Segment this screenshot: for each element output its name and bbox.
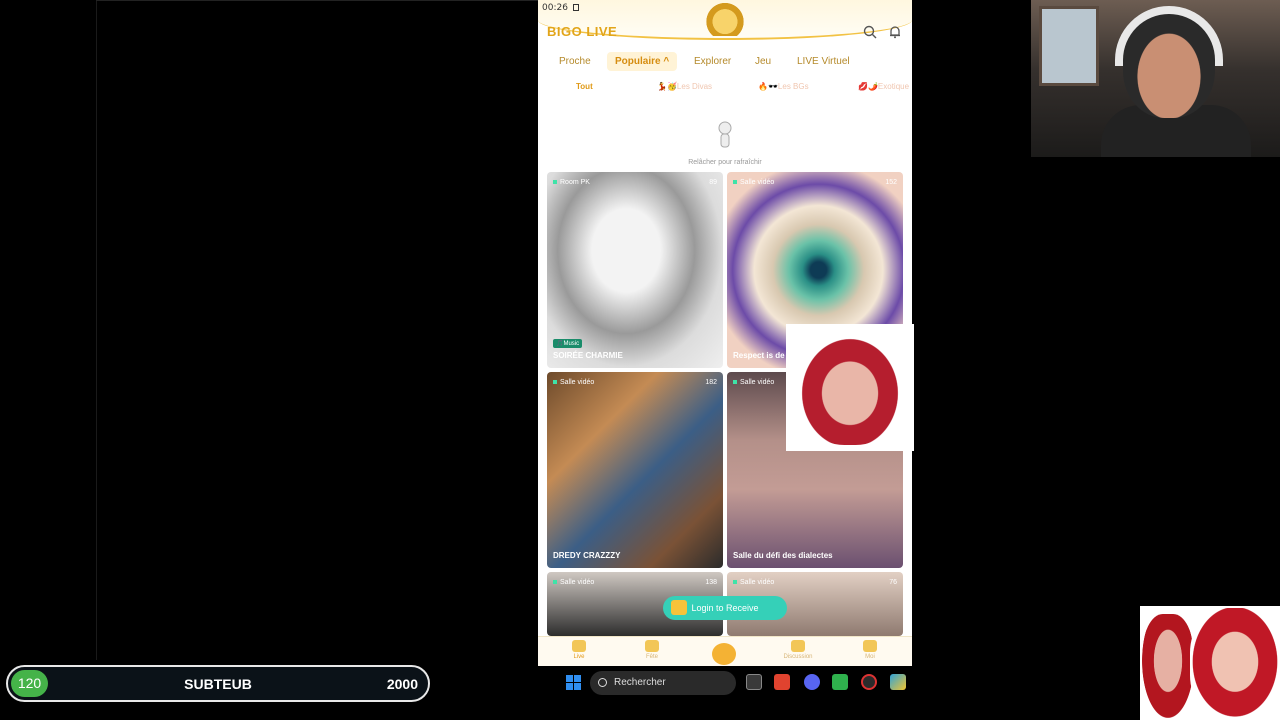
discord-icon[interactable] xyxy=(804,674,820,690)
goal-title: SUBTEUB xyxy=(184,676,252,692)
overlay-video xyxy=(786,324,914,451)
person-face xyxy=(1190,608,1280,720)
chat-icon xyxy=(791,640,805,652)
party-icon xyxy=(645,640,659,652)
lock-icon xyxy=(572,4,579,11)
search-icon[interactable] xyxy=(863,25,877,39)
divider-line xyxy=(96,0,538,1)
bluestacks-icon[interactable] xyxy=(890,674,906,690)
room-name: SOIRÉE CHARMIE xyxy=(553,351,623,360)
windows-taskbar: Rechercher xyxy=(560,668,920,698)
stream-canvas: 00:26 BIGO LIVE Proche Populaire ^ Explo… xyxy=(0,0,1280,720)
obs-icon[interactable] xyxy=(861,674,877,690)
taskbar-search[interactable]: Rechercher xyxy=(590,671,736,695)
viewer-count: 76 xyxy=(889,579,897,586)
room-type-tag: Salle vidéo xyxy=(733,379,774,386)
refresh-label: Relâcher pour rafraîchir xyxy=(688,159,762,166)
live-room-card[interactable]: Salle vidéo 182 DREDY CRAZZZY xyxy=(547,372,723,568)
login-to-receive-button[interactable]: Login to Receive xyxy=(663,596,787,620)
app-icon[interactable] xyxy=(832,674,848,690)
window-background xyxy=(1039,6,1099,86)
room-type-tag: Salle vidéo xyxy=(553,379,594,386)
room-type-tag: Salle vidéo xyxy=(733,179,774,186)
person-face xyxy=(794,330,906,445)
guest-webcam xyxy=(1140,606,1280,720)
go-live-icon[interactable] xyxy=(712,643,736,665)
music-badge: 🎵Music xyxy=(553,339,583,348)
sub-goal-bar: 120 SUBTEUB 2000 xyxy=(6,665,430,702)
subtab-divas[interactable]: 💃🥳Les Divas xyxy=(657,82,712,91)
tab-jeu[interactable]: Jeu xyxy=(747,52,779,71)
status-bar: 00:26 xyxy=(542,3,579,13)
divider-line xyxy=(96,0,97,660)
live-icon xyxy=(572,640,586,652)
tab-explorer[interactable]: Explorer xyxy=(686,52,739,71)
viewer-count: 89 xyxy=(709,179,717,186)
bell-icon[interactable] xyxy=(888,25,902,39)
viewer-count: 138 xyxy=(705,579,717,586)
brave-browser-icon[interactable] xyxy=(774,674,790,690)
viewer-count: 152 xyxy=(885,179,897,186)
category-tabs: Proche Populaire ^ Explorer Jeu LIVE Vir… xyxy=(538,52,912,74)
room-type-tag: Salle vidéo xyxy=(553,579,594,586)
profile-icon xyxy=(863,640,877,652)
subtab-exotique[interactable]: 💋🌶️Exotique xyxy=(858,82,909,91)
trophy-icon xyxy=(703,0,747,36)
goal-target: 2000 xyxy=(386,676,418,692)
live-room-card[interactable]: Room PK 89 🎵Music SOIRÉE CHARMIE xyxy=(547,172,723,368)
tab-live-virtuel[interactable]: LIVE Virtuel xyxy=(789,52,858,71)
windows-start-icon[interactable] xyxy=(566,675,581,690)
gift-icon xyxy=(671,600,687,615)
room-type-tag: Room PK xyxy=(553,179,590,186)
pull-refresh-icon xyxy=(718,121,732,148)
room-name: Salle du défi des dialectes xyxy=(733,551,833,560)
room-type-tag: Salle vidéo xyxy=(733,579,774,586)
viewer-count: 182 xyxy=(705,379,717,386)
filter-subtabs: Tout 💃🥳Les Divas 🔥🕶️Les BGs 💋🌶️Exotique xyxy=(538,82,912,96)
room-name: DREDY CRAZZZY xyxy=(553,551,621,560)
subtab-bgs[interactable]: 🔥🕶️Les BGs xyxy=(758,82,809,91)
person-face xyxy=(1142,614,1194,718)
tab-populaire[interactable]: Populaire ^ xyxy=(607,52,678,71)
nav-discussion[interactable]: Discussion xyxy=(778,640,818,660)
subtab-tout[interactable]: Tout xyxy=(576,82,593,91)
nav-moi[interactable]: Moi xyxy=(850,640,890,660)
task-view-icon[interactable] xyxy=(746,674,762,690)
status-time: 00:26 xyxy=(542,3,568,13)
app-logo: BIGO LIVE xyxy=(547,24,618,39)
nav-live[interactable]: Live xyxy=(559,640,599,660)
headset-icon xyxy=(1115,6,1223,66)
room-name: Respect is de xyxy=(733,351,785,360)
nav-fete[interactable]: Fête xyxy=(632,640,672,660)
bottom-nav: Live Fête Discussion Moi xyxy=(538,636,912,666)
tab-proche[interactable]: Proche xyxy=(551,52,599,71)
streamer-webcam xyxy=(1031,0,1280,157)
search-icon xyxy=(598,678,607,687)
